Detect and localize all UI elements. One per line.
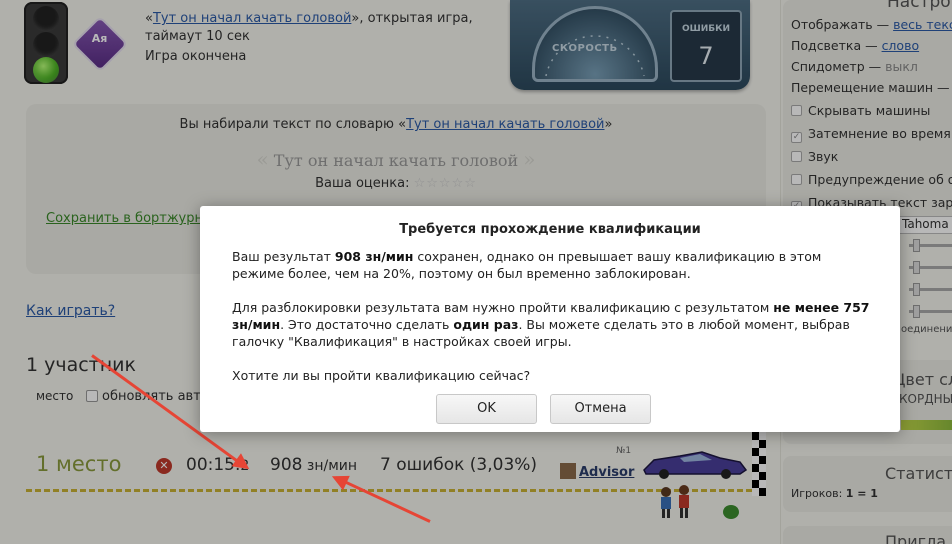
dialog-paragraph-2: Для разблокировки результата вам нужно п… <box>232 300 870 349</box>
cancel-button[interactable]: Отмена <box>550 394 651 424</box>
dialog-body: Ваш результат 908 зн/мин сохранен, однак… <box>232 248 872 401</box>
dialog-question: Хотите ли вы пройти квалификацию сейчас? <box>232 368 531 383</box>
dialog-paragraph-1: Ваш результат 908 зн/мин сохранен, однак… <box>232 249 822 281</box>
ok-button[interactable]: OK <box>436 394 537 424</box>
dialog-title: Требуется прохождение квалификации <box>399 222 701 237</box>
qualification-dialog: Требуется прохождение квалификации Ваш р… <box>200 206 900 432</box>
